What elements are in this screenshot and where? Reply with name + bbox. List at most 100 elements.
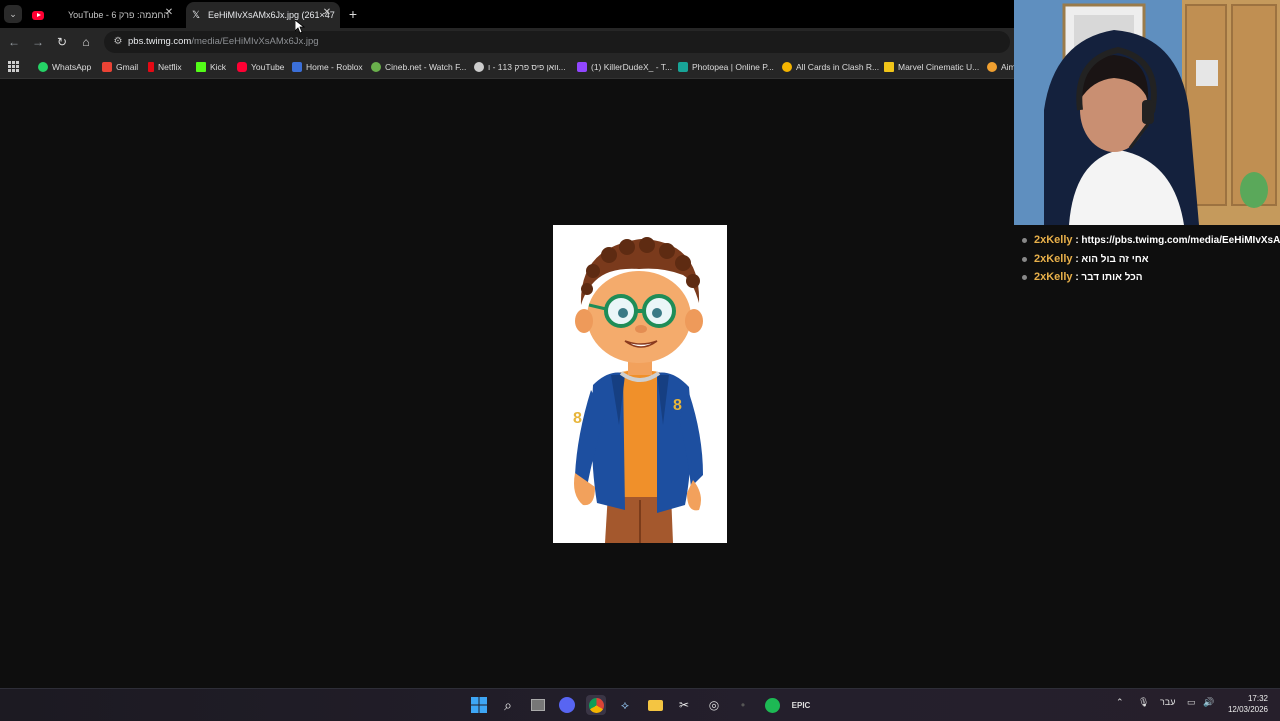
forward-button[interactable]: → bbox=[30, 34, 46, 50]
bookmark-label: Aim bbox=[1001, 62, 1014, 72]
start-button[interactable] bbox=[469, 695, 489, 715]
input-language[interactable]: עבר bbox=[1160, 697, 1175, 707]
bookmark-gmail[interactable]: Gmail bbox=[102, 60, 138, 74]
bookmark-whatsapp[interactable]: WhatsApp bbox=[38, 60, 91, 74]
windows-logo-icon bbox=[471, 697, 487, 713]
bookmark-marvel[interactable]: Marvel Cinematic U... bbox=[884, 60, 979, 74]
clock-time: 17:32 bbox=[1247, 694, 1268, 703]
chrome-icon[interactable] bbox=[586, 695, 606, 715]
windows-taskbar: ⌕ ⟡ ✂ ◎ • EPIC ⌃ 🎙 עבר ▭ 🔊 17:32 12/03/2… bbox=[0, 688, 1280, 721]
roblox-icon bbox=[292, 62, 302, 72]
microphone-icon[interactable]: 🎙 bbox=[1138, 697, 1149, 708]
capcut-icon[interactable]: ✂ bbox=[674, 695, 694, 715]
search-icon[interactable]: ⌕ bbox=[498, 695, 518, 715]
cineb-icon bbox=[371, 62, 381, 72]
bookmark-aim[interactable]: Aim bbox=[987, 60, 1014, 74]
url-host: pbs.twimg.com bbox=[128, 36, 192, 47]
discord-icon[interactable] bbox=[557, 695, 577, 715]
new-tab-button[interactable]: + bbox=[346, 6, 360, 22]
close-tab-icon[interactable]: ✕ bbox=[320, 7, 334, 18]
cartoon-boy-illustration: 8 8 bbox=[573, 237, 703, 543]
chat-text: : אחי זה בול הוא bbox=[1075, 254, 1149, 265]
bookmark-cineb[interactable]: Cineb.net - Watch F... bbox=[371, 60, 466, 74]
obs-icon[interactable]: ◎ bbox=[704, 695, 724, 715]
volume-icon[interactable]: 🔊 bbox=[1203, 697, 1214, 708]
url-path: /media/EeHiMIvXsAMx6Jx.jpg bbox=[191, 36, 319, 47]
chat-text: : https://pbs.twimg.com/media/EeHiMIvXsA… bbox=[1075, 235, 1280, 246]
apps-icon[interactable] bbox=[8, 61, 19, 72]
bookmark-label: Marvel Cinematic U... bbox=[898, 62, 980, 72]
netflix-icon bbox=[148, 62, 154, 72]
bookmark-label: WhatsApp bbox=[52, 62, 92, 72]
chat-username: 2xKelly bbox=[1034, 234, 1073, 246]
chat-badge-icon bbox=[1022, 256, 1027, 262]
spotify-icon[interactable] bbox=[762, 695, 782, 715]
youtube-icon bbox=[237, 62, 247, 72]
chat-message: 2xKelly : אחי זה בול הוא bbox=[1022, 253, 1149, 265]
x-logo-icon: 𝕏 bbox=[191, 9, 201, 21]
chat-badge-icon bbox=[1022, 274, 1027, 280]
network-icon[interactable]: ▭ bbox=[1187, 697, 1196, 708]
clash-icon bbox=[782, 62, 792, 72]
marvel-icon bbox=[884, 62, 894, 72]
stream-chat: 2xKelly : https://pbs.twimg.com/media/Ee… bbox=[1014, 225, 1280, 688]
system-clock[interactable]: 17:32 12/03/2026 bbox=[1228, 693, 1268, 715]
bookmark-kick[interactable]: Kick bbox=[196, 60, 226, 74]
clock-date: 12/03/2026 bbox=[1227, 705, 1268, 714]
steam-icon[interactable]: ⟡ bbox=[615, 695, 635, 715]
bookmark-netflix[interactable]: Netflix bbox=[148, 60, 182, 74]
site-info-icon[interactable]: ⚙ bbox=[111, 35, 125, 49]
bookmark-label: Netflix bbox=[158, 62, 182, 72]
bookmark-label: (1) KillerDudeX_ - T... bbox=[591, 62, 673, 72]
tab-label: YouTube - 6 החממה: פרק bbox=[68, 10, 170, 20]
kick-icon bbox=[196, 62, 206, 72]
gmail-icon bbox=[102, 62, 112, 72]
app-icon[interactable]: • bbox=[733, 695, 753, 715]
svg-text:8: 8 bbox=[673, 397, 682, 414]
displayed-image[interactable]: 8 8 bbox=[553, 225, 727, 543]
chevron-down-icon: ⌄ bbox=[9, 8, 17, 19]
bookmark-label: וואן פיס פרק 113 - ו... bbox=[488, 62, 566, 72]
tab-image[interactable]: 𝕏 EeHiMIvXsAMx6Jx.jpg (261×47 ✕ bbox=[186, 2, 340, 28]
home-button[interactable]: ⌂ bbox=[78, 34, 94, 50]
bookmark-label: Home - Roblox bbox=[306, 62, 363, 72]
tab-strip: ⌄ YouTube - 6 החממה: פרק ✕ 𝕏 EeHiMIvXsAM… bbox=[0, 0, 1014, 28]
chat-badge-icon bbox=[1022, 237, 1027, 243]
epic-games-icon[interactable]: EPIC bbox=[791, 695, 811, 715]
youtube-icon bbox=[32, 10, 44, 20]
chat-username: 2xKelly bbox=[1034, 253, 1073, 265]
file-explorer-icon[interactable] bbox=[645, 695, 665, 715]
reload-button[interactable]: ↻ bbox=[54, 34, 70, 50]
aim-icon bbox=[987, 62, 997, 72]
webcam-overlay bbox=[1014, 0, 1280, 225]
svg-text:8: 8 bbox=[573, 410, 582, 427]
tab-label: EeHiMIvXsAMx6Jx.jpg (261×47 bbox=[208, 10, 335, 20]
tab-pinned-youtube[interactable] bbox=[26, 2, 50, 28]
bookmark-label: YouTube bbox=[251, 62, 285, 72]
address-bar[interactable]: ⚙ pbs.twimg.com/media/EeHiMIvXsAMx6Jx.jp… bbox=[104, 31, 1010, 53]
chat-username: 2xKelly bbox=[1034, 271, 1073, 283]
bookmark-clash[interactable]: All Cards in Clash R... bbox=[782, 60, 879, 74]
bookmark-roblox[interactable]: Home - Roblox bbox=[292, 60, 363, 74]
mouse-cursor-icon bbox=[295, 20, 305, 34]
chat-message: 2xKelly : https://pbs.twimg.com/media/Ee… bbox=[1022, 234, 1280, 246]
bookmark-photopea[interactable]: Photopea | Online P... bbox=[678, 60, 774, 74]
back-button[interactable]: ← bbox=[6, 34, 22, 50]
photopea-icon bbox=[678, 62, 688, 72]
tray-overflow-icon[interactable]: ⌃ bbox=[1116, 697, 1124, 708]
bookmark-label: Kick bbox=[210, 62, 227, 72]
url-text[interactable]: pbs.twimg.com/media/EeHiMIvXsAMx6Jx.jpg bbox=[128, 36, 319, 47]
webcam-feed-image bbox=[1014, 0, 1280, 225]
chat-message: 2xKelly : הכל אותו דבר bbox=[1022, 271, 1143, 283]
tab-search-button[interactable]: ⌄ bbox=[4, 5, 22, 23]
globe-icon bbox=[474, 62, 484, 72]
bookmark-onepiece[interactable]: וואן פיס פרק 113 - ו... bbox=[474, 60, 566, 74]
task-view-icon[interactable] bbox=[528, 695, 548, 715]
tab-youtube[interactable]: YouTube - 6 החממה: פרק ✕ bbox=[54, 2, 182, 28]
browser-toolbar: ← → ↻ ⌂ ⚙ pbs.twimg.com/media/EeHiMIvXsA… bbox=[0, 28, 1014, 56]
bookmark-youtube[interactable]: YouTube bbox=[237, 60, 284, 74]
bookmarks-bar: WhatsApp Gmail Netflix Kick YouTube Home… bbox=[0, 56, 1014, 79]
close-tab-icon[interactable]: ✕ bbox=[162, 7, 176, 18]
chat-text: : הכל אותו דבר bbox=[1075, 272, 1143, 283]
bookmark-twitch[interactable]: (1) KillerDudeX_ - T... bbox=[577, 60, 672, 74]
